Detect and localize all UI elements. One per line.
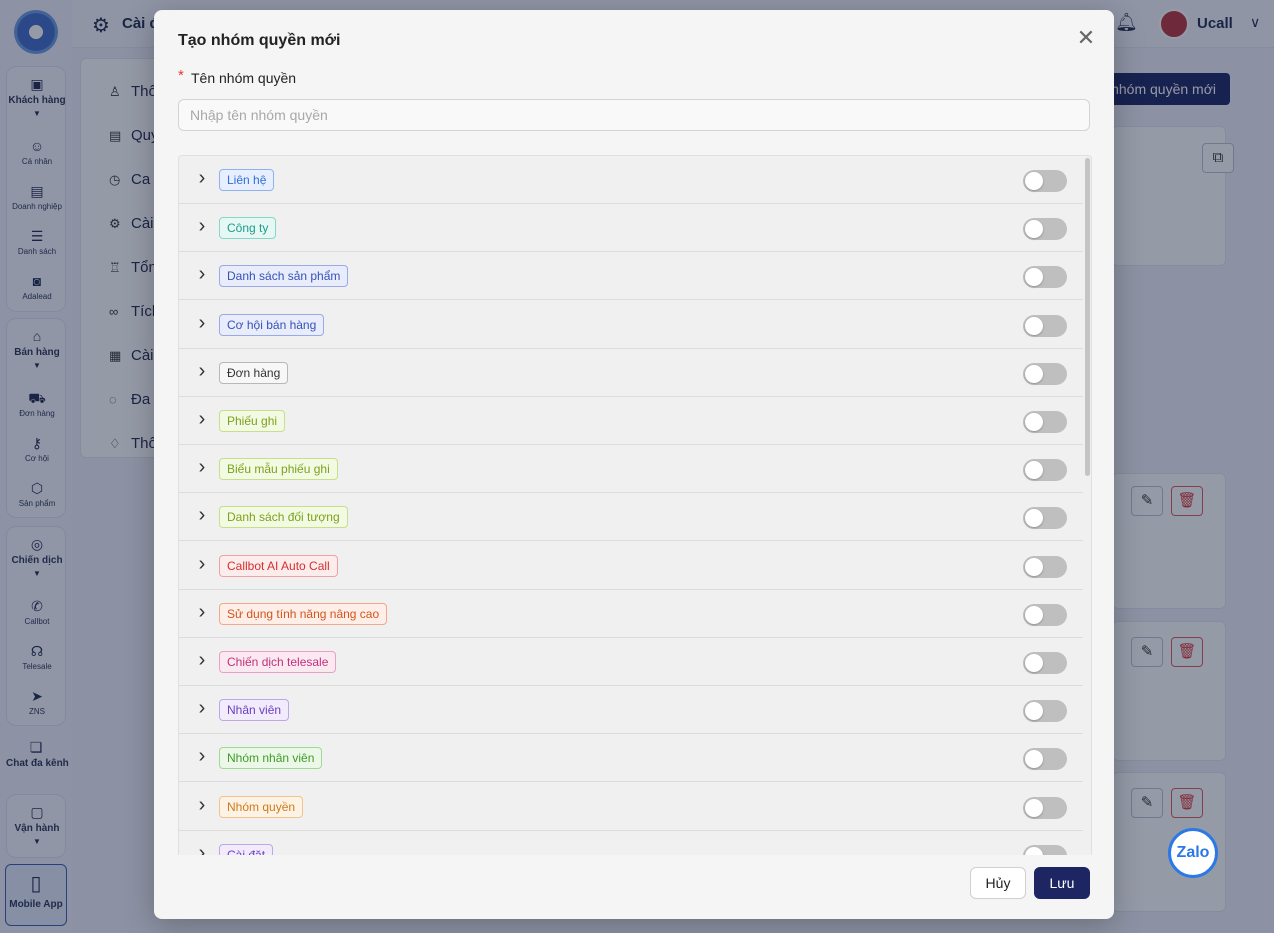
permission-row: › Nhóm quyền [179,782,1084,831]
permission-tag: Chiến dịch telesale [219,651,337,673]
chevron-right-icon[interactable]: › [194,168,210,188]
group-name-input[interactable] [178,99,1090,131]
permission-toggle[interactable] [1023,844,1067,855]
permission-toggle[interactable] [1023,700,1067,723]
chevron-right-icon[interactable]: › [194,554,210,574]
chevron-right-icon[interactable]: › [194,216,210,236]
toggle-knob [1025,798,1043,817]
group-name-label: Tên nhóm quyền [191,70,297,86]
permission-tag: Sử dụng tính năng nâng cao [219,602,388,625]
permission-toggle[interactable] [1023,748,1067,771]
chevron-right-icon[interactable]: › [194,361,210,381]
toggle-knob [1025,509,1043,528]
permission-row: › Callbot AI Auto Call [179,541,1084,590]
permission-tag: Đơn hàng [219,361,289,384]
chevron-right-icon[interactable]: › [194,457,210,477]
permission-toggle[interactable] [1023,652,1067,674]
permission-tag: Danh sách sản phẩm [219,265,349,288]
permission-toggle[interactable] [1023,796,1067,819]
cancel-button[interactable]: Hủy [970,867,1026,899]
permission-tag: Cài đặt [219,843,274,855]
permission-row: › Cơ hội bán hàng [179,300,1084,349]
chevron-right-icon[interactable]: › [194,746,210,766]
permission-row: › Nhân viên [179,686,1084,735]
permission-row: › Biểu mẫu phiếu ghi [179,445,1084,494]
permission-tag: Công ty [219,217,277,240]
permission-tag: Phiếu ghi [219,410,286,432]
toggle-knob [1025,557,1043,576]
toggle-knob [1025,316,1043,335]
permission-list[interactable]: › Liên hệ › Công ty › Danh sách sản phẩm › Cơ h… [178,155,1092,855]
scrollbar[interactable] [1083,156,1091,855]
permission-row: › Nhóm nhân viên [179,734,1084,783]
create-permission-group-modal: Tạo nhóm quyền mới ✕ * Tên nhóm quyền › L… [154,10,1114,919]
close-icon[interactable]: ✕ [1075,27,1097,49]
permission-toggle[interactable] [1023,170,1067,192]
permission-row: › Đơn hàng [179,348,1084,397]
chevron-right-icon[interactable]: › [194,409,210,429]
permission-row: › Phiếu ghi [179,397,1084,445]
permission-tag: Nhân viên [219,699,290,722]
toggle-knob [1025,364,1043,383]
permission-tag: Callbot AI Auto Call [219,554,338,577]
required-asterisk: * [178,67,184,84]
permission-toggle[interactable] [1023,459,1067,482]
permission-tag: Nhóm quyền [219,795,304,818]
permission-toggle[interactable] [1023,218,1067,241]
toggle-knob [1025,220,1043,239]
zalo-chat-button[interactable]: Zalo [1168,828,1218,878]
permission-row: › Danh sách đối tượng [179,493,1084,542]
chevron-right-icon[interactable]: › [194,650,210,670]
toggle-knob [1025,750,1043,769]
toggle-knob [1025,172,1043,190]
permission-row: › Sử dụng tính năng nâng cao [179,589,1084,638]
permission-tag: Danh sách đối tượng [219,506,348,529]
chevron-right-icon[interactable]: › [194,505,210,525]
chevron-right-icon[interactable]: › [194,313,210,333]
toggle-knob [1025,461,1043,480]
toggle-knob [1025,605,1043,624]
permission-toggle[interactable] [1023,314,1067,337]
permission-tag: Liên hệ [219,169,275,191]
permission-toggle[interactable] [1023,603,1067,626]
toggle-knob [1025,654,1043,672]
permission-tag: Cơ hội bán hàng [219,313,325,336]
chevron-right-icon[interactable]: › [194,264,210,284]
toggle-knob [1025,846,1043,855]
chevron-right-icon[interactable]: › [194,843,210,855]
save-button[interactable]: Lưu [1034,867,1090,899]
toggle-knob [1025,268,1043,287]
toggle-knob [1025,413,1043,431]
permission-toggle[interactable] [1023,507,1067,530]
permission-row: › Công ty [179,204,1084,253]
permission-toggle[interactable] [1023,362,1067,385]
chevron-right-icon[interactable]: › [194,698,210,718]
permission-row: › Liên hệ [179,156,1084,204]
modal-title: Tạo nhóm quyền mới [178,32,341,49]
permission-toggle[interactable] [1023,411,1067,433]
permission-toggle[interactable] [1023,266,1067,289]
permission-tag: Nhóm nhân viên [219,747,323,770]
permission-tag: Biểu mẫu phiếu ghi [219,458,338,481]
permission-toggle[interactable] [1023,555,1067,578]
chevron-right-icon[interactable]: › [194,602,210,622]
permission-row: › Cài đặt [179,830,1084,855]
scrollbar-thumb[interactable] [1085,158,1090,476]
permission-row: › Chiến dịch telesale [179,638,1084,686]
chevron-right-icon[interactable]: › [194,795,210,815]
toggle-knob [1025,702,1043,721]
permission-row: › Danh sách sản phẩm [179,252,1084,301]
